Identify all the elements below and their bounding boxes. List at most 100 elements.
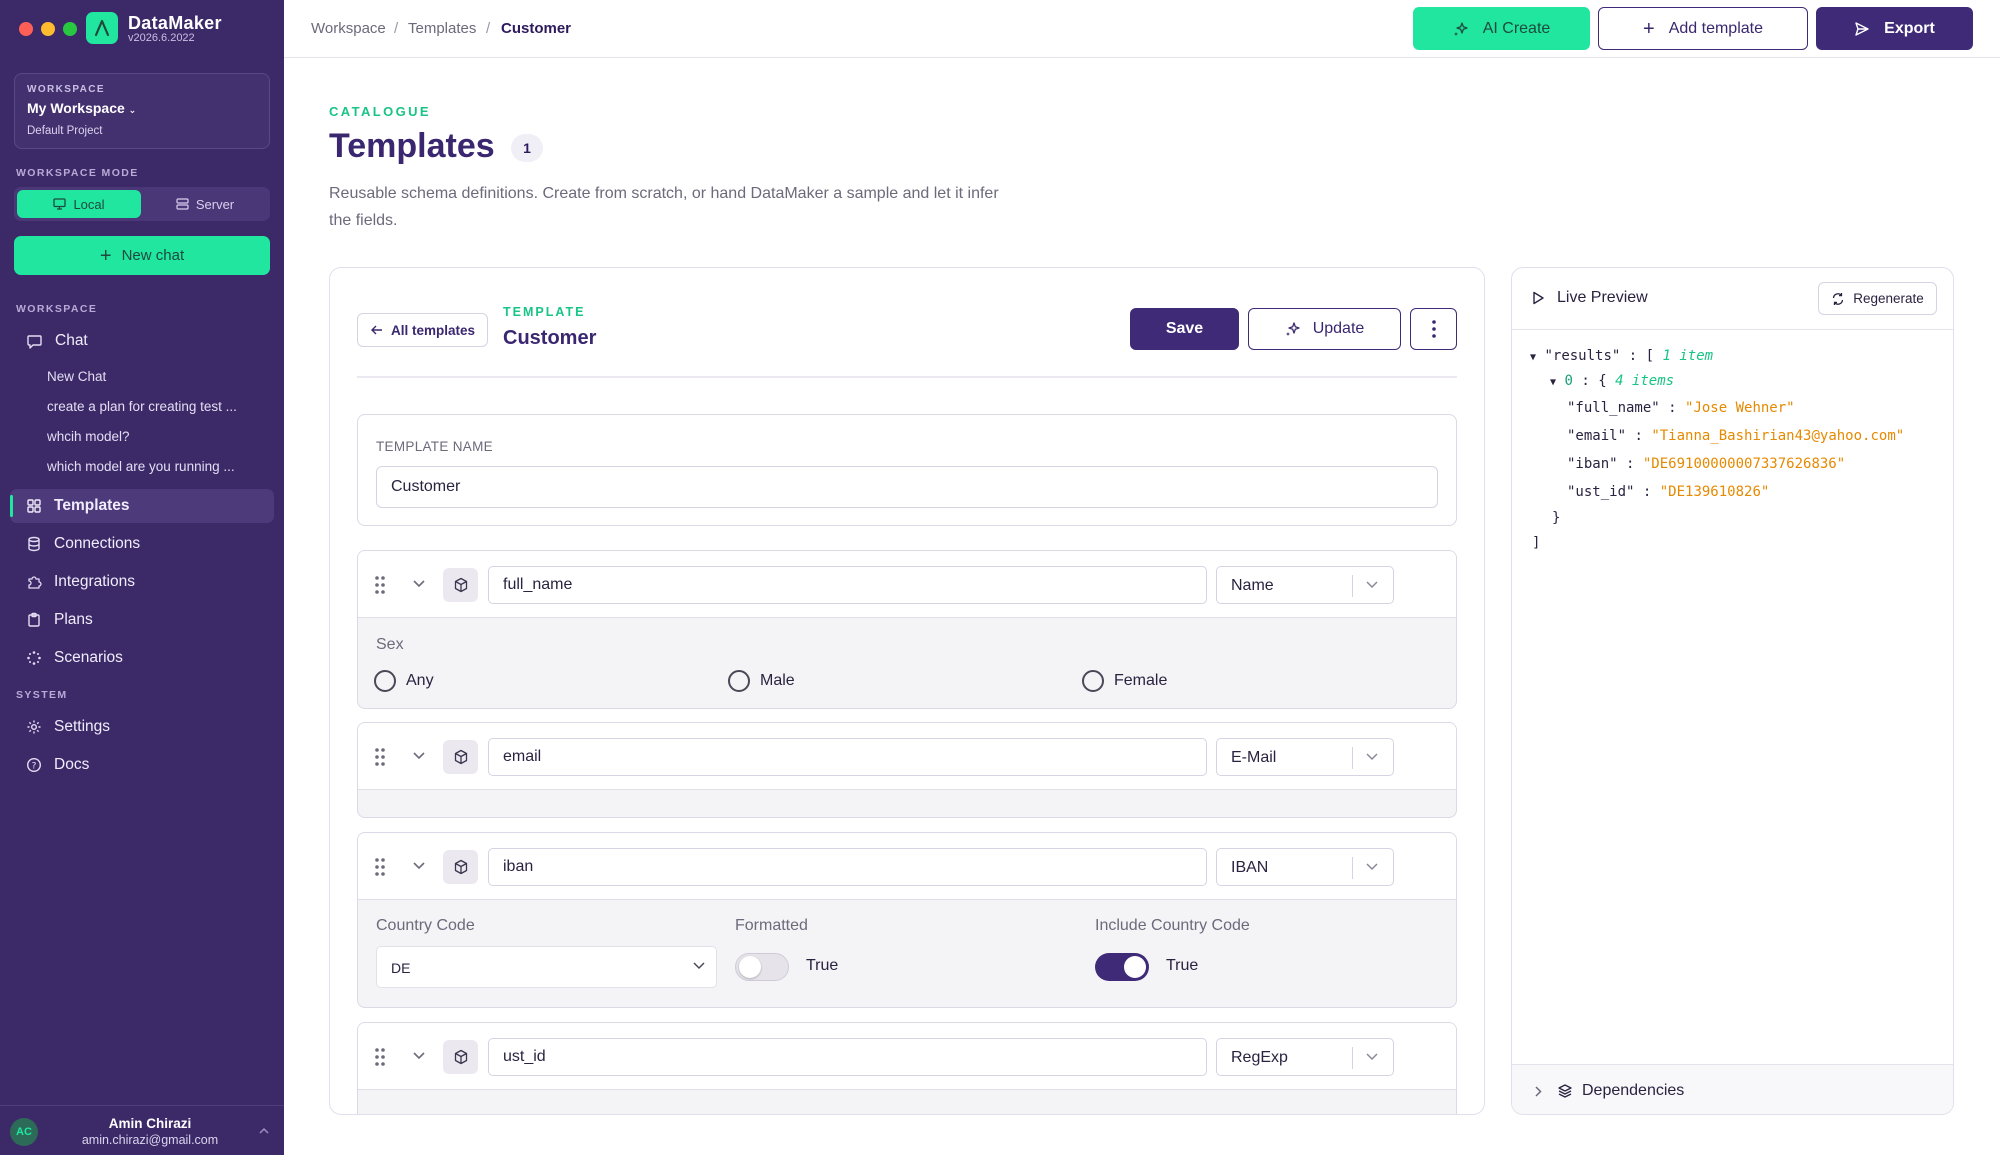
chat-history-item[interactable]: create a plan for creating test ... [47,399,237,414]
radio-female[interactable]: Female [1082,670,1167,692]
database-icon [28,536,40,552]
workspace-mode-toggle: Local Server [14,187,270,221]
live-preview-panel: Live Preview Regenerate ▼ "results" : [ … [1511,267,1954,1115]
country-code-label: Country Code [376,917,475,934]
sidebar-item-plans[interactable]: Plans [10,603,274,637]
gear-icon [27,720,41,734]
breadcrumb-templates[interactable]: Templates [408,20,476,37]
chevron-down-icon[interactable] [412,751,426,760]
workspace-selector[interactable]: WORKSPACE My Workspace ⌄ Default Project [14,73,270,149]
radio-any[interactable]: Any [374,670,434,692]
regenerate-button[interactable]: Regenerate [1818,282,1937,315]
field-name-input[interactable]: email [488,738,1207,776]
json-item-line[interactable]: ▼ 0 : { 4 items [1550,373,1674,389]
json-entry: "iban" : "DE69100000007337626836" [1567,456,1846,472]
window-minimize-dot[interactable] [41,22,55,36]
chat-history-item[interactable]: which model are you running ... [47,459,235,474]
field-name-input[interactable]: iban [488,848,1207,886]
workspace-label: WORKSPACE [27,84,105,95]
chevron-down-icon[interactable] [412,861,426,870]
template-name-card: TEMPLATE NAME Customer [357,414,1457,526]
drag-handle-icon[interactable] [374,1047,386,1067]
cube-icon[interactable] [443,850,478,884]
user-profile[interactable]: AC Amin Chirazi amin.chirazi@gmail.com [0,1105,284,1155]
field-type-select[interactable]: Name [1216,566,1394,604]
new-chat-button[interactable]: + New chat [14,236,270,275]
save-button[interactable]: Save [1130,308,1239,350]
preview-title: Live Preview [1557,289,1648,306]
ai-create-button[interactable]: AI Create [1413,7,1590,50]
chevron-down-icon[interactable] [412,1051,426,1060]
all-templates-button[interactable]: All templates [357,313,488,347]
mode-server-button[interactable]: Server [143,190,267,218]
field-type-select[interactable]: RegExp [1216,1038,1394,1076]
field-card-ust-id: ust_id RegExp [357,1022,1457,1114]
chevron-down-icon [1366,863,1378,871]
breadcrumb-workspace[interactable]: Workspace [311,20,386,37]
template-label: TEMPLATE [503,305,586,319]
app-version: v2026.6.2022 [128,32,195,44]
page-title: Templates [329,127,495,165]
sidebar-item-connections[interactable]: Connections [10,527,274,561]
avatar: AC [10,1118,38,1146]
workspace-section-label: WORKSPACE [16,303,98,315]
cube-icon[interactable] [443,568,478,602]
sidebar-item-chat[interactable]: Chat [10,324,274,358]
chevron-down-icon [1366,581,1378,589]
window-close-dot[interactable] [19,22,33,36]
more-options-button[interactable] [1410,308,1457,350]
include-country-code-label: Include Country Code [1095,917,1250,934]
chevron-down-icon[interactable] [412,579,426,588]
field-name-input[interactable]: full_name [488,566,1207,604]
chat-history-item[interactable]: whcih model? [47,429,130,444]
field-type-select[interactable]: IBAN [1216,848,1394,886]
user-email: amin.chirazi@gmail.com [81,1133,219,1147]
sidebar-item-docs[interactable]: ? Docs [10,748,274,782]
field-name-input[interactable]: ust_id [488,1038,1207,1076]
json-root-line[interactable]: ▼ "results" : [ 1 item [1530,348,1713,364]
drag-handle-icon[interactable] [374,857,386,877]
sex-option-label: Sex [376,636,404,653]
radio-circle [1082,670,1104,692]
include-country-code-toggle[interactable] [1095,953,1149,981]
sidebar-item-integrations[interactable]: Integrations [10,565,274,599]
breadcrumb-current: Customer [501,20,572,37]
project-name: Default Project [27,125,103,137]
sidebar-item-scenarios[interactable]: Scenarios [10,641,274,675]
country-code-select[interactable]: DE [376,946,717,988]
chevron-up-icon[interactable] [258,1127,270,1135]
chat-history-item[interactable]: New Chat [47,369,106,384]
field-type-select[interactable]: E-Mail [1216,738,1394,776]
template-name-input[interactable]: Customer [376,466,1438,508]
arrow-left-icon [370,325,382,335]
update-button[interactable]: Update [1248,308,1401,350]
chevron-right-icon [1535,1086,1542,1097]
cube-icon[interactable] [443,740,478,774]
sparkles-icon [1453,21,1468,36]
sidebar-item-settings[interactable]: Settings [10,710,274,744]
drag-handle-icon[interactable] [374,575,386,595]
drag-handle-icon[interactable] [374,747,386,767]
preview-header: Live Preview Regenerate [1512,268,1953,330]
app-name: DataMaker [128,13,222,33]
add-template-button[interactable]: + Add template [1598,7,1808,50]
cube-icon[interactable] [443,1040,478,1074]
export-button[interactable]: Export [1816,7,1973,50]
window-zoom-dot[interactable] [63,22,77,36]
sparkles-icon [1285,322,1300,336]
formatted-toggle[interactable] [735,953,789,981]
top-bar: Workspace / Templates / Customer AI Crea… [284,0,2000,58]
sidebar-item-templates[interactable]: Templates [10,489,274,523]
help-icon: ? [26,757,42,773]
chevron-down-icon [693,962,705,970]
user-name: Amin Chirazi [108,1116,192,1131]
breadcrumb-separator: / [394,20,399,37]
workspace-name[interactable]: My Workspace ⌄ [27,100,136,116]
radio-male[interactable]: Male [728,670,795,692]
play-icon [1533,291,1544,305]
field-row: ust_id RegExp [358,1023,1456,1090]
mode-local-button[interactable]: Local [17,190,141,218]
radio-circle [374,670,396,692]
chevron-down-icon [1366,1053,1378,1061]
dependencies-section[interactable]: Dependencies [1512,1064,1953,1114]
